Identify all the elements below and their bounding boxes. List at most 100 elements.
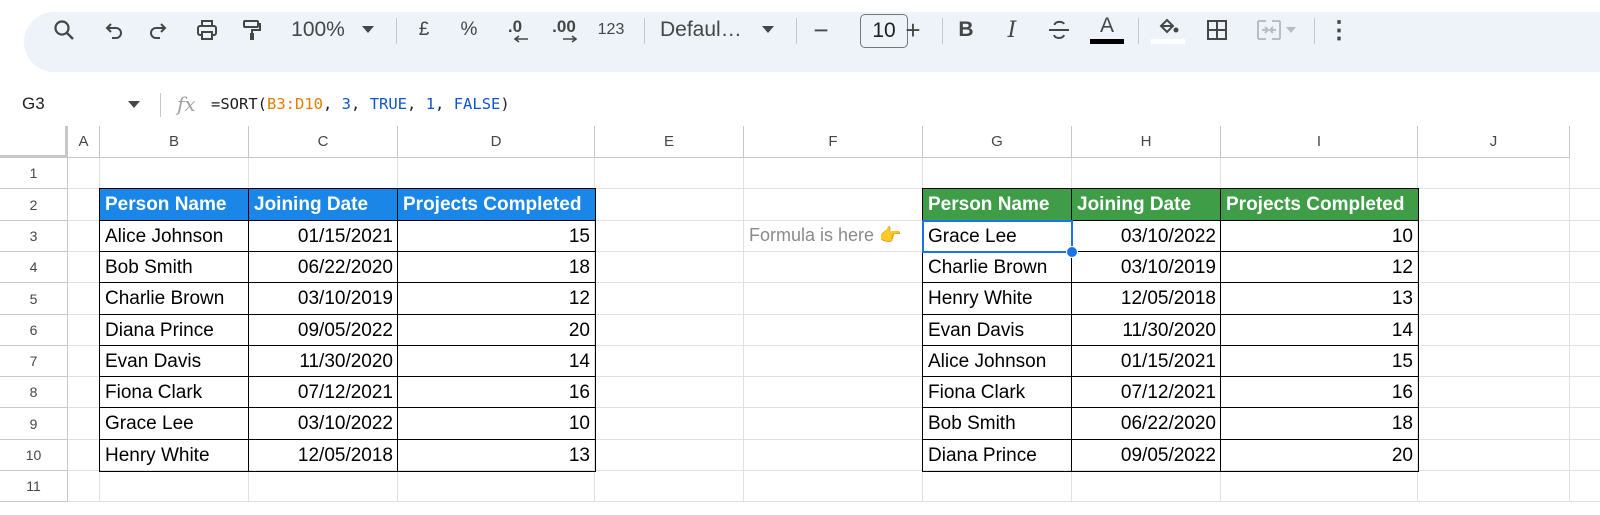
sorted-table-cell[interactable]: 01/15/2021 — [1072, 346, 1221, 377]
name-box[interactable]: G3 — [22, 94, 45, 114]
column-header-h[interactable]: H — [1072, 126, 1221, 158]
source-table-cell[interactable]: 14 — [398, 346, 595, 377]
row-header-8[interactable]: 8 — [0, 377, 68, 408]
sorted-table-cell[interactable]: 10 — [1221, 221, 1418, 252]
source-table-cell[interactable]: Evan Davis — [100, 346, 249, 377]
source-table-cell[interactable]: 03/10/2022 — [249, 408, 398, 440]
source-table-cell[interactable]: Alice Johnson — [100, 221, 249, 252]
source-table-cell[interactable]: 12 — [398, 283, 595, 315]
fill-handle[interactable] — [1066, 246, 1078, 258]
bold-button[interactable]: B — [952, 0, 980, 60]
undo-button[interactable] — [98, 0, 130, 60]
column-header-i[interactable]: I — [1221, 126, 1418, 158]
source-table-cell[interactable]: Diana Prince — [100, 315, 249, 346]
sorted-table-cell[interactable]: 06/22/2020 — [1072, 408, 1221, 440]
zoom-dropdown[interactable] — [358, 0, 378, 60]
sorted-table-cell[interactable]: 16 — [1221, 377, 1418, 408]
source-table-cell[interactable]: Fiona Clark — [100, 377, 249, 408]
select-all-corner[interactable] — [0, 126, 68, 158]
source-table-row-divider — [100, 220, 595, 221]
sorted-table-cell[interactable]: 09/05/2022 — [1072, 440, 1221, 471]
sorted-table-cell[interactable]: Evan Davis — [923, 315, 1072, 346]
print-button[interactable] — [190, 0, 224, 60]
source-table-cell[interactable]: 03/10/2019 — [249, 283, 398, 315]
sorted-table-cell[interactable]: Bob Smith — [923, 408, 1072, 440]
row-header-4[interactable]: 4 — [0, 252, 68, 283]
more-options-button[interactable]: ⋮ — [1326, 0, 1352, 60]
strikethrough-button[interactable] — [1044, 0, 1074, 60]
sorted-table-cell[interactable]: 20 — [1221, 440, 1418, 471]
increase-font-size-button[interactable]: + — [900, 0, 926, 60]
row-header-6[interactable]: 6 — [0, 315, 68, 346]
source-table-cell[interactable]: 16 — [398, 377, 595, 408]
sorted-table-cell[interactable]: 15 — [1221, 346, 1418, 377]
italic-button[interactable]: I — [998, 0, 1026, 60]
merge-cells-button[interactable] — [1248, 0, 1304, 60]
borders-button[interactable] — [1200, 0, 1234, 60]
sorted-table-cell[interactable]: Fiona Clark — [923, 377, 1072, 408]
sorted-table-cell[interactable]: Charlie Brown — [923, 252, 1072, 283]
sorted-table-cell[interactable]: 18 — [1221, 408, 1418, 440]
sorted-table-cell[interactable]: 07/12/2021 — [1072, 377, 1221, 408]
search-menus-button[interactable] — [46, 0, 82, 60]
sorted-table-cell[interactable]: 12/05/2018 — [1072, 283, 1221, 315]
source-table-cell[interactable]: 13 — [398, 440, 595, 471]
source-table-cell[interactable]: 15 — [398, 221, 595, 252]
row-header-1[interactable]: 1 — [0, 158, 68, 189]
sorted-table-cell[interactable]: 03/10/2022 — [1072, 221, 1221, 252]
sorted-table-cell[interactable]: 11/30/2020 — [1072, 315, 1221, 346]
source-table-cell[interactable]: Henry White — [100, 440, 249, 471]
row-header-7[interactable]: 7 — [0, 346, 68, 377]
sorted-table-cell[interactable]: 13 — [1221, 283, 1418, 315]
row-header-2[interactable]: 2 — [0, 189, 68, 221]
formula-input[interactable]: =SORT(B3:D10, 3, TRUE, 1, FALSE) — [211, 95, 510, 113]
source-table-cell[interactable]: 11/30/2020 — [249, 346, 398, 377]
name-box-caret-icon[interactable] — [128, 101, 140, 109]
source-table-cell[interactable]: 18 — [398, 252, 595, 283]
source-table-cell[interactable]: Bob Smith — [100, 252, 249, 283]
formula-arg-ascending-2: FALSE — [453, 95, 501, 113]
row-header-5[interactable]: 5 — [0, 283, 68, 315]
sorted-table-cell[interactable]: 12 — [1221, 252, 1418, 283]
decrease-font-size-button[interactable]: − — [808, 0, 834, 60]
fill-color-button[interactable] — [1150, 0, 1186, 60]
decrease-decimal-button[interactable]: .0 — [498, 0, 532, 60]
row-header-10[interactable]: 10 — [0, 440, 68, 471]
sorted-table-cell[interactable]: Diana Prince — [923, 440, 1072, 471]
column-header-f[interactable]: F — [744, 126, 923, 158]
increase-decimal-button[interactable]: .00 — [547, 0, 581, 60]
column-header-a[interactable]: A — [68, 126, 100, 158]
source-table-cell[interactable]: 20 — [398, 315, 595, 346]
currency-button[interactable]: £ — [410, 0, 438, 60]
source-table-cell[interactable]: 12/05/2018 — [249, 440, 398, 471]
sorted-table-cell[interactable]: Henry White — [923, 283, 1072, 315]
font-select[interactable]: Defaul… — [660, 0, 746, 60]
source-table-cell[interactable]: 06/22/2020 — [249, 252, 398, 283]
paint-format-button[interactable] — [236, 0, 268, 60]
row-header-9[interactable]: 9 — [0, 408, 68, 440]
column-header-c[interactable]: C — [249, 126, 398, 158]
sorted-table-cell[interactable]: 14 — [1221, 315, 1418, 346]
source-table-cell[interactable]: 01/15/2021 — [249, 221, 398, 252]
source-table-cell[interactable]: Grace Lee — [100, 408, 249, 440]
zoom-select[interactable]: 100% — [286, 0, 350, 60]
source-table-cell[interactable]: 07/12/2021 — [249, 377, 398, 408]
column-header-b[interactable]: B — [100, 126, 249, 158]
sorted-table-cell[interactable]: Alice Johnson — [923, 346, 1072, 377]
active-cell-selection[interactable] — [922, 220, 1073, 253]
source-table-cell[interactable]: 09/05/2022 — [249, 315, 398, 346]
sorted-table-cell[interactable]: 03/10/2019 — [1072, 252, 1221, 283]
row-header-11[interactable]: 11 — [0, 471, 68, 502]
column-header-g[interactable]: G — [923, 126, 1072, 158]
font-dropdown[interactable] — [758, 0, 778, 60]
column-header-e[interactable]: E — [595, 126, 744, 158]
redo-button[interactable] — [142, 0, 174, 60]
number-format-button[interactable]: 123 — [594, 0, 628, 60]
percent-button[interactable]: % — [455, 0, 483, 60]
column-header-j[interactable]: J — [1418, 126, 1570, 158]
source-table-cell[interactable]: Charlie Brown — [100, 283, 249, 315]
text-color-button[interactable]: A — [1088, 0, 1126, 60]
column-header-d[interactable]: D — [398, 126, 595, 158]
source-table-cell[interactable]: 10 — [398, 408, 595, 440]
row-header-3[interactable]: 3 — [0, 221, 68, 252]
